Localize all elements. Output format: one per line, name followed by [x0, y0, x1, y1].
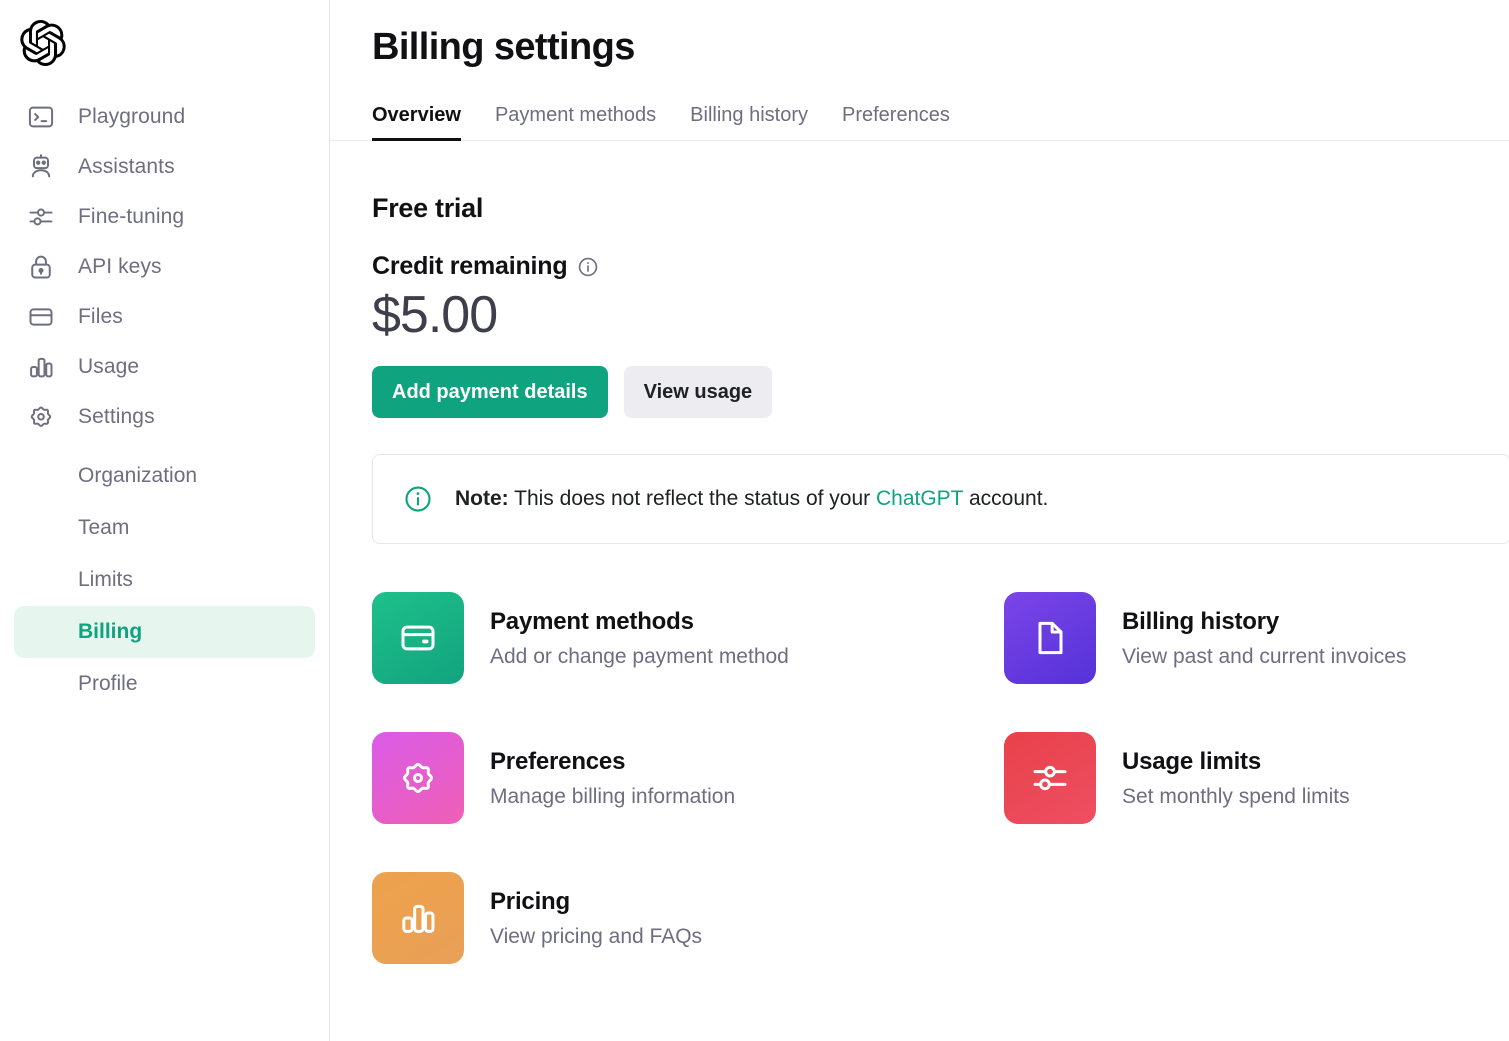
card-text: Preferences Manage billing information: [490, 748, 735, 809]
sidebar-subitem-label: Team: [78, 516, 130, 539]
tab-payment-methods[interactable]: Payment methods: [495, 104, 656, 141]
sliders-icon: [26, 202, 56, 232]
card-title: Payment methods: [490, 607, 694, 635]
billing-actions: Add payment details View usage: [372, 366, 1509, 419]
terminal-icon: [26, 102, 56, 132]
sidebar-subitem-label: Limits: [78, 568, 133, 591]
sidebar-item-label: Fine-tuning: [78, 205, 185, 228]
sidebar-nav: Playground Assistants Fine-tuning API ke…: [0, 92, 329, 442]
note-banner: Note: This does not reflect the status o…: [372, 454, 1509, 545]
sidebar-item-settings[interactable]: Settings: [14, 392, 315, 442]
card-pricing[interactable]: Pricing View pricing and FAQs: [372, 872, 1004, 965]
openai-logo-icon: [20, 20, 66, 67]
sidebar-item-assistants[interactable]: Assistants: [14, 142, 315, 192]
info-circle-icon: [403, 484, 433, 514]
sidebar-item-fine-tuning[interactable]: Fine-tuning: [14, 192, 315, 242]
tab-label: Preferences: [841, 104, 950, 126]
sidebar-subnav: Organization Team Limits Billing Profile: [0, 450, 329, 710]
tab-label: Payment methods: [494, 104, 657, 126]
sidebar-item-api-keys[interactable]: API keys: [14, 242, 315, 292]
card-text: Pricing View pricing and FAQs: [490, 888, 702, 949]
page-title: Billing settings: [372, 26, 635, 68]
sidebar-item-team[interactable]: Team: [14, 502, 315, 554]
sidebar-item-label: Playground: [78, 105, 186, 128]
sidebar-item-label: Assistants: [78, 155, 175, 178]
sidebar-subitem-label: Billing: [78, 620, 143, 643]
card-subtitle: Set monthly spend limits: [1122, 784, 1350, 808]
sidebar-item-label: API keys: [78, 255, 162, 278]
tab-billing-history[interactable]: Billing history: [690, 104, 808, 141]
document-icon: [1004, 592, 1096, 685]
plan-title: Free trial: [372, 193, 484, 223]
add-payment-details-button[interactable]: Add payment details: [372, 366, 608, 419]
openai-logo[interactable]: [0, 0, 329, 70]
view-usage-button[interactable]: View usage: [623, 366, 773, 419]
note-text: Note: This does not reflect the status o…: [455, 487, 1048, 511]
card-title: Preferences: [490, 747, 626, 775]
sidebar-subitem-label: Profile: [78, 672, 138, 695]
sidebar-item-billing[interactable]: Billing: [14, 606, 315, 658]
sidebar-item-profile[interactable]: Profile: [14, 658, 315, 710]
sidebar-item-limits[interactable]: Limits: [14, 554, 315, 606]
sidebar-item-files[interactable]: Files: [14, 292, 315, 342]
lock-icon: [26, 252, 56, 282]
tab-bar: Overview Payment methods Billing history…: [330, 91, 1509, 141]
bar-chart-icon: [372, 872, 464, 965]
card-billing-history[interactable]: Billing history View past and current in…: [1004, 592, 1509, 685]
card-subtitle: View pricing and FAQs: [490, 924, 703, 948]
credit-amount: $5.00: [372, 286, 498, 344]
note-text-after: account.: [963, 487, 1049, 511]
note-text-before: This does not reflect the status of your: [508, 487, 876, 511]
billing-card-grid: Payment methods Add or change payment me…: [372, 592, 1509, 965]
gear-icon: [26, 402, 56, 432]
sidebar-item-label: Settings: [78, 405, 155, 428]
sidebar-item-label: Files: [78, 305, 123, 328]
card-text: Usage limits Set monthly spend limits: [1122, 748, 1350, 809]
card-payment-methods[interactable]: Payment methods Add or change payment me…: [372, 592, 1004, 685]
tab-preferences[interactable]: Preferences: [842, 104, 950, 141]
sidebar-item-playground[interactable]: Playground: [14, 92, 315, 142]
tab-overview[interactable]: Overview: [372, 104, 461, 141]
sidebar-item-usage[interactable]: Usage: [14, 342, 315, 392]
card-text: Payment methods Add or change payment me…: [490, 608, 789, 669]
sidebar-item-organization[interactable]: Organization: [14, 450, 315, 502]
bar-chart-icon: [26, 352, 56, 382]
robot-icon: [26, 152, 56, 182]
card-title: Usage limits: [1122, 747, 1261, 775]
card-preferences[interactable]: Preferences Manage billing information: [372, 732, 1004, 825]
note-label: Note:: [455, 487, 509, 511]
chatgpt-link[interactable]: ChatGPT: [876, 487, 963, 510]
card-subtitle: Add or change payment method: [490, 644, 789, 668]
card-text: Billing history View past and current in…: [1122, 608, 1406, 669]
tab-label: Billing history: [690, 104, 808, 126]
folder-icon: [26, 302, 56, 332]
sliders-icon: [1004, 732, 1096, 825]
card-subtitle: View past and current invoices: [1122, 644, 1407, 668]
credit-remaining-row: Credit remaining: [372, 252, 1509, 281]
card-usage-limits[interactable]: Usage limits Set monthly spend limits: [1004, 732, 1509, 825]
tab-label: Overview: [372, 104, 461, 126]
sidebar-item-label: Usage: [78, 355, 140, 378]
sidebar: Playground Assistants Fine-tuning API ke…: [0, 0, 330, 1041]
main-content: Billing settings Overview Payment method…: [330, 0, 1509, 1041]
card-title: Pricing: [490, 887, 570, 915]
info-circle-icon[interactable]: [577, 256, 599, 278]
card-subtitle: Manage billing information: [490, 784, 736, 808]
credit-card-icon: [372, 592, 464, 685]
gear-flower-icon: [372, 732, 464, 825]
card-title: Billing history: [1122, 607, 1280, 635]
sidebar-subitem-label: Organization: [78, 464, 198, 487]
credit-remaining-label: Credit remaining: [372, 252, 568, 280]
